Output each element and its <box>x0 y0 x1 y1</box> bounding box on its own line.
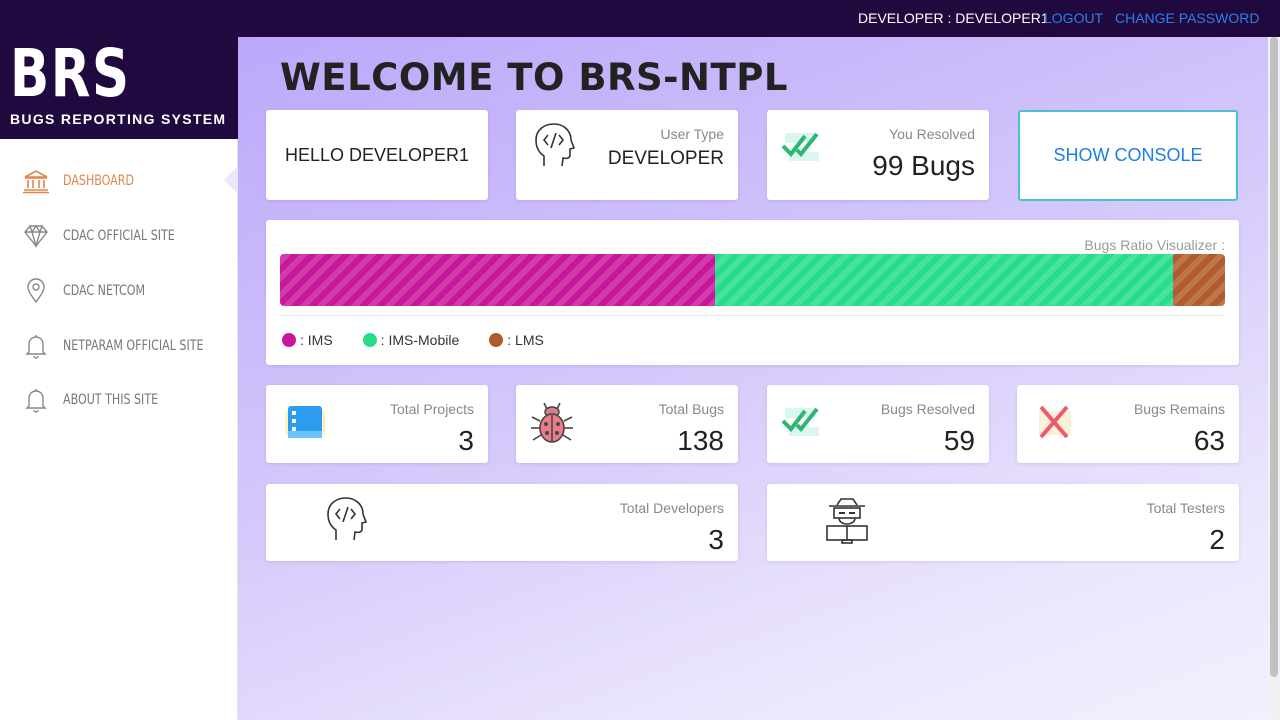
legend-label: : LMS <box>507 332 544 348</box>
sidebar-item-netparam-official-site[interactable]: NETPARAM OFFICIAL SITE <box>22 331 223 361</box>
you-resolved-label: You Resolved <box>889 126 975 142</box>
total-testers-card: Total Testers 2 <box>767 484 1239 561</box>
change-password-link[interactable]: CHANGE PASSWORD <box>1115 10 1259 26</box>
tester-spy-icon <box>823 496 871 549</box>
brand-logo: BRS BUGS REPORTING SYSTEM <box>0 35 238 139</box>
developer-head-icon <box>532 122 576 175</box>
total-developers-card: Total Developers 3 <box>266 484 738 561</box>
total-testers-label: Total Testers <box>1146 500 1225 516</box>
bugs-remains-card: Bugs Remains 63 <box>1017 385 1239 463</box>
total-projects-card: Total Projects 3 <box>266 385 488 463</box>
bug-icon <box>528 399 576 452</box>
divider <box>280 315 1225 316</box>
bell-icon <box>22 333 50 359</box>
ratio-bar <box>280 254 1225 306</box>
bank-icon <box>22 168 50 194</box>
sidebar: DASHBOARD CDAC OFFICIAL SITE CDAC NETCOM… <box>0 139 238 720</box>
hello-text: HELLO DEVELOPER1 <box>284 144 470 165</box>
sidebar-item-dashboard[interactable]: DASHBOARD <box>22 166 144 196</box>
page-title: WELCOME TO BRS-NTPL <box>280 56 788 99</box>
you-resolved-card: You Resolved 99 Bugs <box>767 110 989 200</box>
total-developers-label: Total Developers <box>619 500 724 516</box>
user-type-value: DEVELOPER <box>607 148 724 169</box>
total-developers-value: 3 <box>708 524 724 555</box>
sidebar-item-label: CDAC NETCOM <box>63 283 146 299</box>
sidebar-item-cdac-netcom[interactable]: CDAC NETCOM <box>22 276 156 306</box>
sidebar-item-label: ABOUT THIS SITE <box>63 392 159 408</box>
user-type-label: User Type <box>660 126 724 142</box>
visualizer-title: Bugs Ratio Visualizer : <box>1084 237 1225 253</box>
logout-link[interactable]: LOGOUT <box>1044 10 1103 26</box>
total-testers-value: 2 <box>1209 524 1225 555</box>
ratio-segment <box>714 254 1173 306</box>
legend-item: : IMS <box>282 332 333 348</box>
hello-card: HELLO DEVELOPER1 <box>266 110 488 200</box>
bugs-ratio-visualizer: Bugs Ratio Visualizer : : IMS : IMS-Mobil… <box>266 220 1239 365</box>
scrollbar[interactable] <box>1268 37 1280 720</box>
ratio-segment <box>280 254 715 306</box>
legend-dot <box>282 333 296 347</box>
legend-dot <box>489 333 504 347</box>
you-resolved-value: 99 Bugs <box>872 150 975 181</box>
top-bar: DEVELOPER : DEVELOPER1 LOGOUT CHANGE PAS… <box>0 0 1280 37</box>
legend-item: : IMS-Mobile <box>362 332 460 348</box>
total-bugs-card: Total Bugs 138 <box>516 385 738 463</box>
sidebar-item-about-this-site[interactable]: ABOUT THIS SITE <box>22 385 171 415</box>
sidebar-item-label: NETPARAM OFFICIAL SITE <box>63 338 204 354</box>
bell-icon <box>22 387 50 413</box>
legend-label: : IMS-Mobile <box>380 332 460 348</box>
sidebar-item-label: CDAC OFFICIAL SITE <box>63 228 175 244</box>
user-type-card: User Type DEVELOPER <box>516 110 738 200</box>
legend-item: : LMS <box>489 332 544 348</box>
bugs-remains-value: 63 <box>1193 425 1225 456</box>
double-check-icon <box>781 128 827 169</box>
total-bugs-value: 138 <box>677 425 724 456</box>
map-pin-icon <box>22 278 50 304</box>
double-check-icon <box>781 403 827 444</box>
legend-label: : IMS <box>300 332 333 348</box>
sidebar-item-cdac-official-site[interactable]: CDAC OFFICIAL SITE <box>22 221 190 251</box>
total-projects-label: Total Projects <box>389 401 474 417</box>
ratio-legend: : IMS : IMS-Mobile : LMS <box>282 332 574 348</box>
bugs-resolved-value: 59 <box>943 425 975 456</box>
ratio-segment <box>1173 254 1225 306</box>
scrollbar-thumb[interactable] <box>1270 37 1278 677</box>
bugs-resolved-label: Bugs Resolved <box>880 401 975 417</box>
logo-subtitle: BUGS REPORTING SYSTEM <box>10 111 227 127</box>
bugs-resolved-card: Bugs Resolved 59 <box>767 385 989 463</box>
active-nav-pointer <box>224 166 238 194</box>
sidebar-item-label: DASHBOARD <box>63 173 134 189</box>
projects-icon <box>284 403 326 448</box>
show-console-button[interactable]: SHOW CONSOLE <box>1018 110 1238 201</box>
total-bugs-label: Total Bugs <box>658 401 724 417</box>
diamond-icon <box>22 223 50 249</box>
bugs-remains-label: Bugs Remains <box>1133 401 1225 417</box>
developer-head-icon <box>324 496 368 549</box>
cross-icon <box>1035 403 1075 448</box>
legend-dot <box>362 333 377 347</box>
total-projects-value: 3 <box>458 425 474 456</box>
logo-title: BRS <box>10 35 131 112</box>
current-user-text: DEVELOPER : DEVELOPER1 <box>858 10 1049 26</box>
